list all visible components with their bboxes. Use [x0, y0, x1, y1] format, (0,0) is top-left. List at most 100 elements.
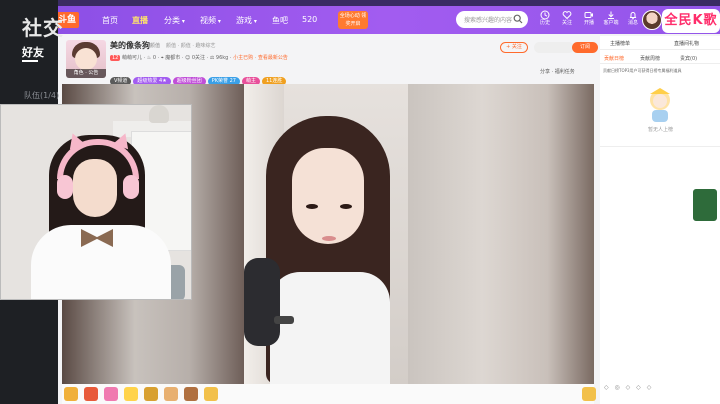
nav-fishbar[interactable]: 鱼吧: [272, 15, 288, 26]
rank-tabs: 贡献日榜 贡献周榜 贵宾(0): [600, 52, 720, 64]
video-blur-right: [408, 84, 594, 384]
headset-earcup: [123, 175, 139, 199]
nav-game[interactable]: 游戏 ▾: [236, 15, 257, 26]
camera-icon: [584, 12, 593, 18]
top-nav: 斗鱼 首页 直播 分类 ▾ 视频 ▾ 游戏 ▾ 鱼吧 520 全场心动 领奖开启…: [52, 6, 720, 34]
streamer-face: [292, 148, 364, 244]
location-icon: ⌖: [160, 55, 164, 61]
gift-bar: [62, 384, 596, 404]
meta-follow: 0关注: [191, 55, 206, 61]
follow-list-label: 关注: [561, 20, 572, 26]
meta-likes: 0: [152, 55, 157, 61]
rank-note: 贡献日榜TOP3用户可获得日榜专属福利道具: [603, 68, 682, 73]
heart-icon: [562, 11, 572, 20]
tab-weekly-rank[interactable]: 贡献周榜: [640, 55, 660, 62]
tab-daily-rank[interactable]: 贡献日榜: [604, 55, 624, 62]
nav-game-label: 游戏: [236, 16, 252, 25]
chat-divider: [600, 146, 720, 147]
video-frame: [244, 84, 412, 384]
share-links[interactable]: 分享 · 福利任务: [540, 68, 575, 75]
subscribe-button[interactable]: 订阅: [572, 42, 598, 53]
go-live-label: 开播: [583, 20, 594, 26]
meta-city: 魔都市: [165, 55, 181, 61]
side-activity-badge[interactable]: [692, 188, 718, 222]
gift-icon[interactable]: [144, 387, 158, 401]
chevron-down-icon: ▾: [252, 18, 257, 25]
chat-header: 主播榜单 直播间礼物: [600, 36, 720, 50]
go-live-button[interactable]: 开播: [578, 10, 600, 32]
streamer-eye: [340, 204, 352, 209]
gift-icon[interactable]: [204, 387, 218, 401]
microphone-arm: [274, 316, 294, 324]
overlay-title: 社交: [22, 16, 64, 40]
gift-icon[interactable]: [84, 387, 98, 401]
screen: 斗鱼 首页 直播 分类 ▾ 视频 ▾ 游戏 ▾ 鱼吧 520 全场心动 领奖开启…: [0, 0, 720, 404]
tab-vip[interactable]: 贵宾(0): [680, 55, 697, 62]
nav-520[interactable]: 520: [302, 15, 317, 24]
room-header: 角色 · 公告 美的像条狗 颜值 颜值 · 颜值 · 趣味综艺 12 萌萌可儿 …: [62, 36, 598, 86]
gift-icon[interactable]: [164, 387, 178, 401]
follow-list-button[interactable]: 关注: [556, 10, 578, 32]
brand-badge[interactable]: 全民K歌: [662, 9, 720, 33]
headset-earcup: [57, 175, 73, 199]
client-label: 客户端: [603, 20, 619, 26]
client-button[interactable]: 客户端: [600, 10, 622, 32]
user-avatar[interactable]: [642, 10, 662, 30]
nav-home[interactable]: 首页: [102, 15, 118, 26]
meta-fans: 96kg: [215, 55, 229, 61]
gift-header[interactable]: 直播间礼物: [674, 40, 699, 47]
streamer-meta: 12 萌萌可儿 · ♨ 0 · ⌖ 魔都市 · ☺ 0关注 · ⚖ 96kg ·…: [110, 55, 288, 61]
team-label: 队伍(1/4): [24, 91, 60, 100]
search-icon[interactable]: [513, 14, 523, 24]
gift-icon[interactable]: [184, 387, 198, 401]
chevron-down-icon: ▾: [216, 18, 221, 25]
streamer-category[interactable]: 颜值: [150, 42, 160, 49]
nav-category-label: 分类: [164, 16, 180, 25]
nav-live[interactable]: 直播: [132, 15, 148, 26]
bell-icon: [629, 12, 637, 20]
fire-icon: ♨: [146, 55, 152, 61]
messages-button[interactable]: 消息: [622, 10, 644, 32]
room-notice[interactable]: 小主已购 · 查看最新公告: [233, 55, 288, 61]
tab-underline: [22, 60, 38, 62]
streamer-shirt: [270, 272, 390, 384]
gift-icon[interactable]: [582, 387, 596, 401]
nav-video-label: 视频: [200, 16, 216, 25]
fans-progress: [534, 42, 574, 53]
streamer-name[interactable]: 美的像条狗: [110, 40, 150, 51]
promo-banner[interactable]: 全场心动 领奖开启: [338, 11, 368, 29]
level-badge: 12: [110, 55, 121, 61]
empty-rank-illustration: [650, 88, 670, 122]
streamer-avatar[interactable]: 角色 · 公告: [66, 40, 106, 78]
tab-friends[interactable]: 好友: [22, 44, 44, 60]
microphone: [244, 258, 280, 346]
download-icon: [608, 11, 614, 19]
avatar-tag: 角色 · 公告: [66, 69, 106, 78]
meta-name: 萌萌可儿: [121, 55, 142, 61]
gift-icon[interactable]: [124, 387, 138, 401]
user-icon: ☺: [185, 55, 191, 61]
follow-button[interactable]: + 关注: [500, 42, 528, 53]
chat-toolbar[interactable]: ◇ ◎ ◇ ◇ ◇: [604, 384, 653, 391]
badge-row: V频道 超级热爱 4★ 超级粉丝团 PK荣誉 27 萌主 11连胜: [110, 67, 288, 86]
nav-category[interactable]: 分类 ▾: [164, 15, 185, 26]
background-lamp: [149, 105, 169, 123]
streamer-tags: 颜值 · 颜值 · 趣味综艺: [166, 43, 216, 49]
gift-icon[interactable]: [64, 387, 78, 401]
search-box[interactable]: 搜索感兴趣的内容: [456, 11, 528, 28]
history-label: 历史: [539, 20, 550, 26]
history-button[interactable]: 历史: [534, 10, 556, 32]
weight-icon: ⚖: [209, 55, 215, 61]
webcam-overlay: [0, 104, 192, 300]
empty-rank-text: 暂无人上榜: [648, 127, 674, 133]
chevron-down-icon: ▾: [180, 18, 185, 25]
streamer-mouth: [322, 236, 336, 241]
rank-header[interactable]: 主播榜单: [610, 40, 630, 47]
clock-icon: [540, 10, 550, 20]
gift-icon[interactable]: [104, 387, 118, 401]
streamer-eye: [306, 204, 318, 209]
nav-video[interactable]: 视频 ▾: [200, 15, 221, 26]
messages-label: 消息: [627, 20, 638, 26]
search-input[interactable]: 搜索感兴趣的内容: [464, 15, 512, 24]
avatar-face: [75, 48, 97, 70]
